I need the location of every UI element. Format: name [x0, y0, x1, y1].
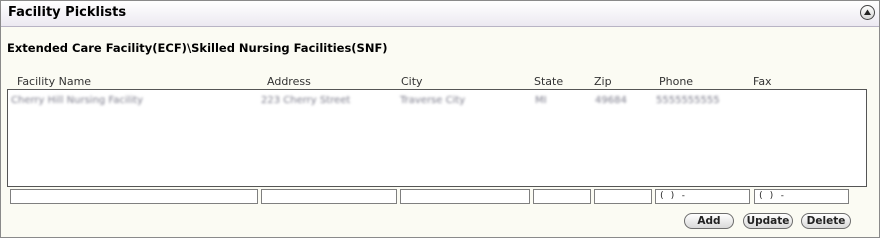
cell-address: 223 Cherry Street: [261, 95, 351, 106]
column-header-zip: Zip: [594, 75, 612, 88]
add-button[interactable]: Add: [684, 213, 734, 229]
facility-picklists-panel: Facility Picklists Extended Care Facilit…: [0, 0, 880, 238]
column-header-address: Address: [267, 75, 311, 88]
facility-name-input[interactable]: [10, 189, 258, 204]
zip-input[interactable]: [594, 189, 652, 204]
column-header-phone: Phone: [659, 75, 694, 88]
update-button[interactable]: Update: [743, 213, 793, 229]
cell-phone: 5555555555: [656, 95, 720, 106]
facility-list[interactable]: Cherry Hill Nursing Facility 223 Cherry …: [7, 89, 867, 187]
cell-zip: 49684: [595, 95, 627, 106]
collapse-button[interactable]: [860, 5, 875, 20]
address-input[interactable]: [261, 189, 397, 204]
column-header-fax: Fax: [753, 75, 772, 88]
column-header-state: State: [534, 75, 564, 88]
column-header-city: City: [401, 75, 423, 88]
panel-title: Facility Picklists: [8, 5, 127, 20]
fax-input[interactable]: ( ) -: [754, 189, 849, 204]
list-item[interactable]: Cherry Hill Nursing Facility 223 Cherry …: [8, 90, 866, 108]
city-input[interactable]: [400, 189, 530, 204]
panel-header: Facility Picklists: [1, 1, 879, 27]
phone-input[interactable]: ( ) -: [655, 189, 750, 204]
cell-city: Traverse City: [400, 95, 466, 106]
cell-state: MI: [535, 95, 547, 106]
state-input[interactable]: [533, 189, 591, 204]
cell-facility-name: Cherry Hill Nursing Facility: [11, 95, 144, 106]
column-header-facility-name: Facility Name: [17, 75, 92, 88]
section-title: Extended Care Facility(ECF)\Skilled Nurs…: [7, 41, 388, 55]
chevron-up-icon: [864, 9, 871, 15]
delete-button[interactable]: Delete: [801, 213, 851, 229]
